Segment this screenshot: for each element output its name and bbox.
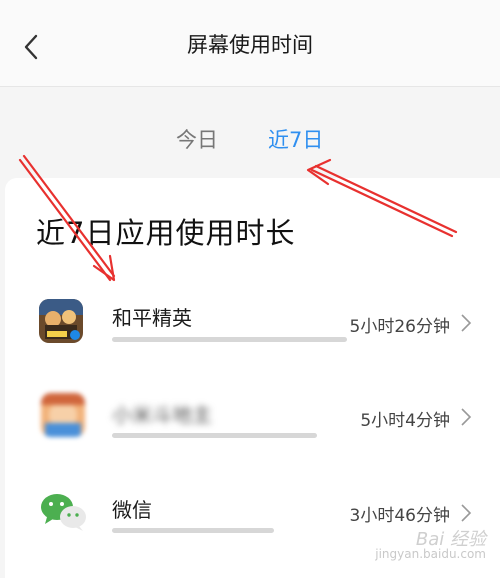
period-tabs: 今日 近7日 (0, 123, 500, 159)
app-name: 和平精英 (112, 302, 192, 331)
watermark-site: jingyan.baidu.com (375, 547, 486, 561)
usage-bar (112, 528, 347, 533)
usage-duration: 5小时26分钟 (350, 312, 450, 337)
watermark: Bai 经验 jingyan.baidu.com (375, 533, 486, 561)
usage-bar (112, 433, 332, 438)
tab-last-7-days[interactable]: 近7日 (268, 123, 323, 157)
usage-duration: 3小时46分钟 (350, 501, 450, 526)
app-name: 小米斗地主 (112, 399, 212, 428)
card-game-app-icon (41, 393, 85, 437)
usage-bar (112, 337, 347, 342)
app-row-1[interactable]: 和平精英 5小时26分钟 (5, 280, 500, 376)
watermark-logo: Bai 经验 (375, 533, 486, 547)
usage-duration: 5小时4分钟 (360, 406, 450, 431)
usage-bar-fill (112, 528, 274, 533)
chevron-right-icon (460, 503, 472, 523)
chevron-right-icon (460, 313, 472, 333)
top-bar: 屏幕使用时间 (0, 0, 500, 87)
chevron-right-icon (460, 407, 472, 427)
usage-bar-fill (112, 337, 347, 342)
game-app-icon (39, 299, 83, 343)
usage-bar-fill (112, 433, 317, 438)
tab-today[interactable]: 今日 (176, 123, 218, 157)
page-title: 屏幕使用时间 (0, 29, 500, 59)
wechat-icon (39, 489, 83, 533)
app-row-2[interactable]: 小米斗地主 5小时4分钟 (5, 375, 500, 471)
section-title: 近7日应用使用时长 (36, 210, 295, 252)
app-name: 微信 (112, 494, 152, 523)
